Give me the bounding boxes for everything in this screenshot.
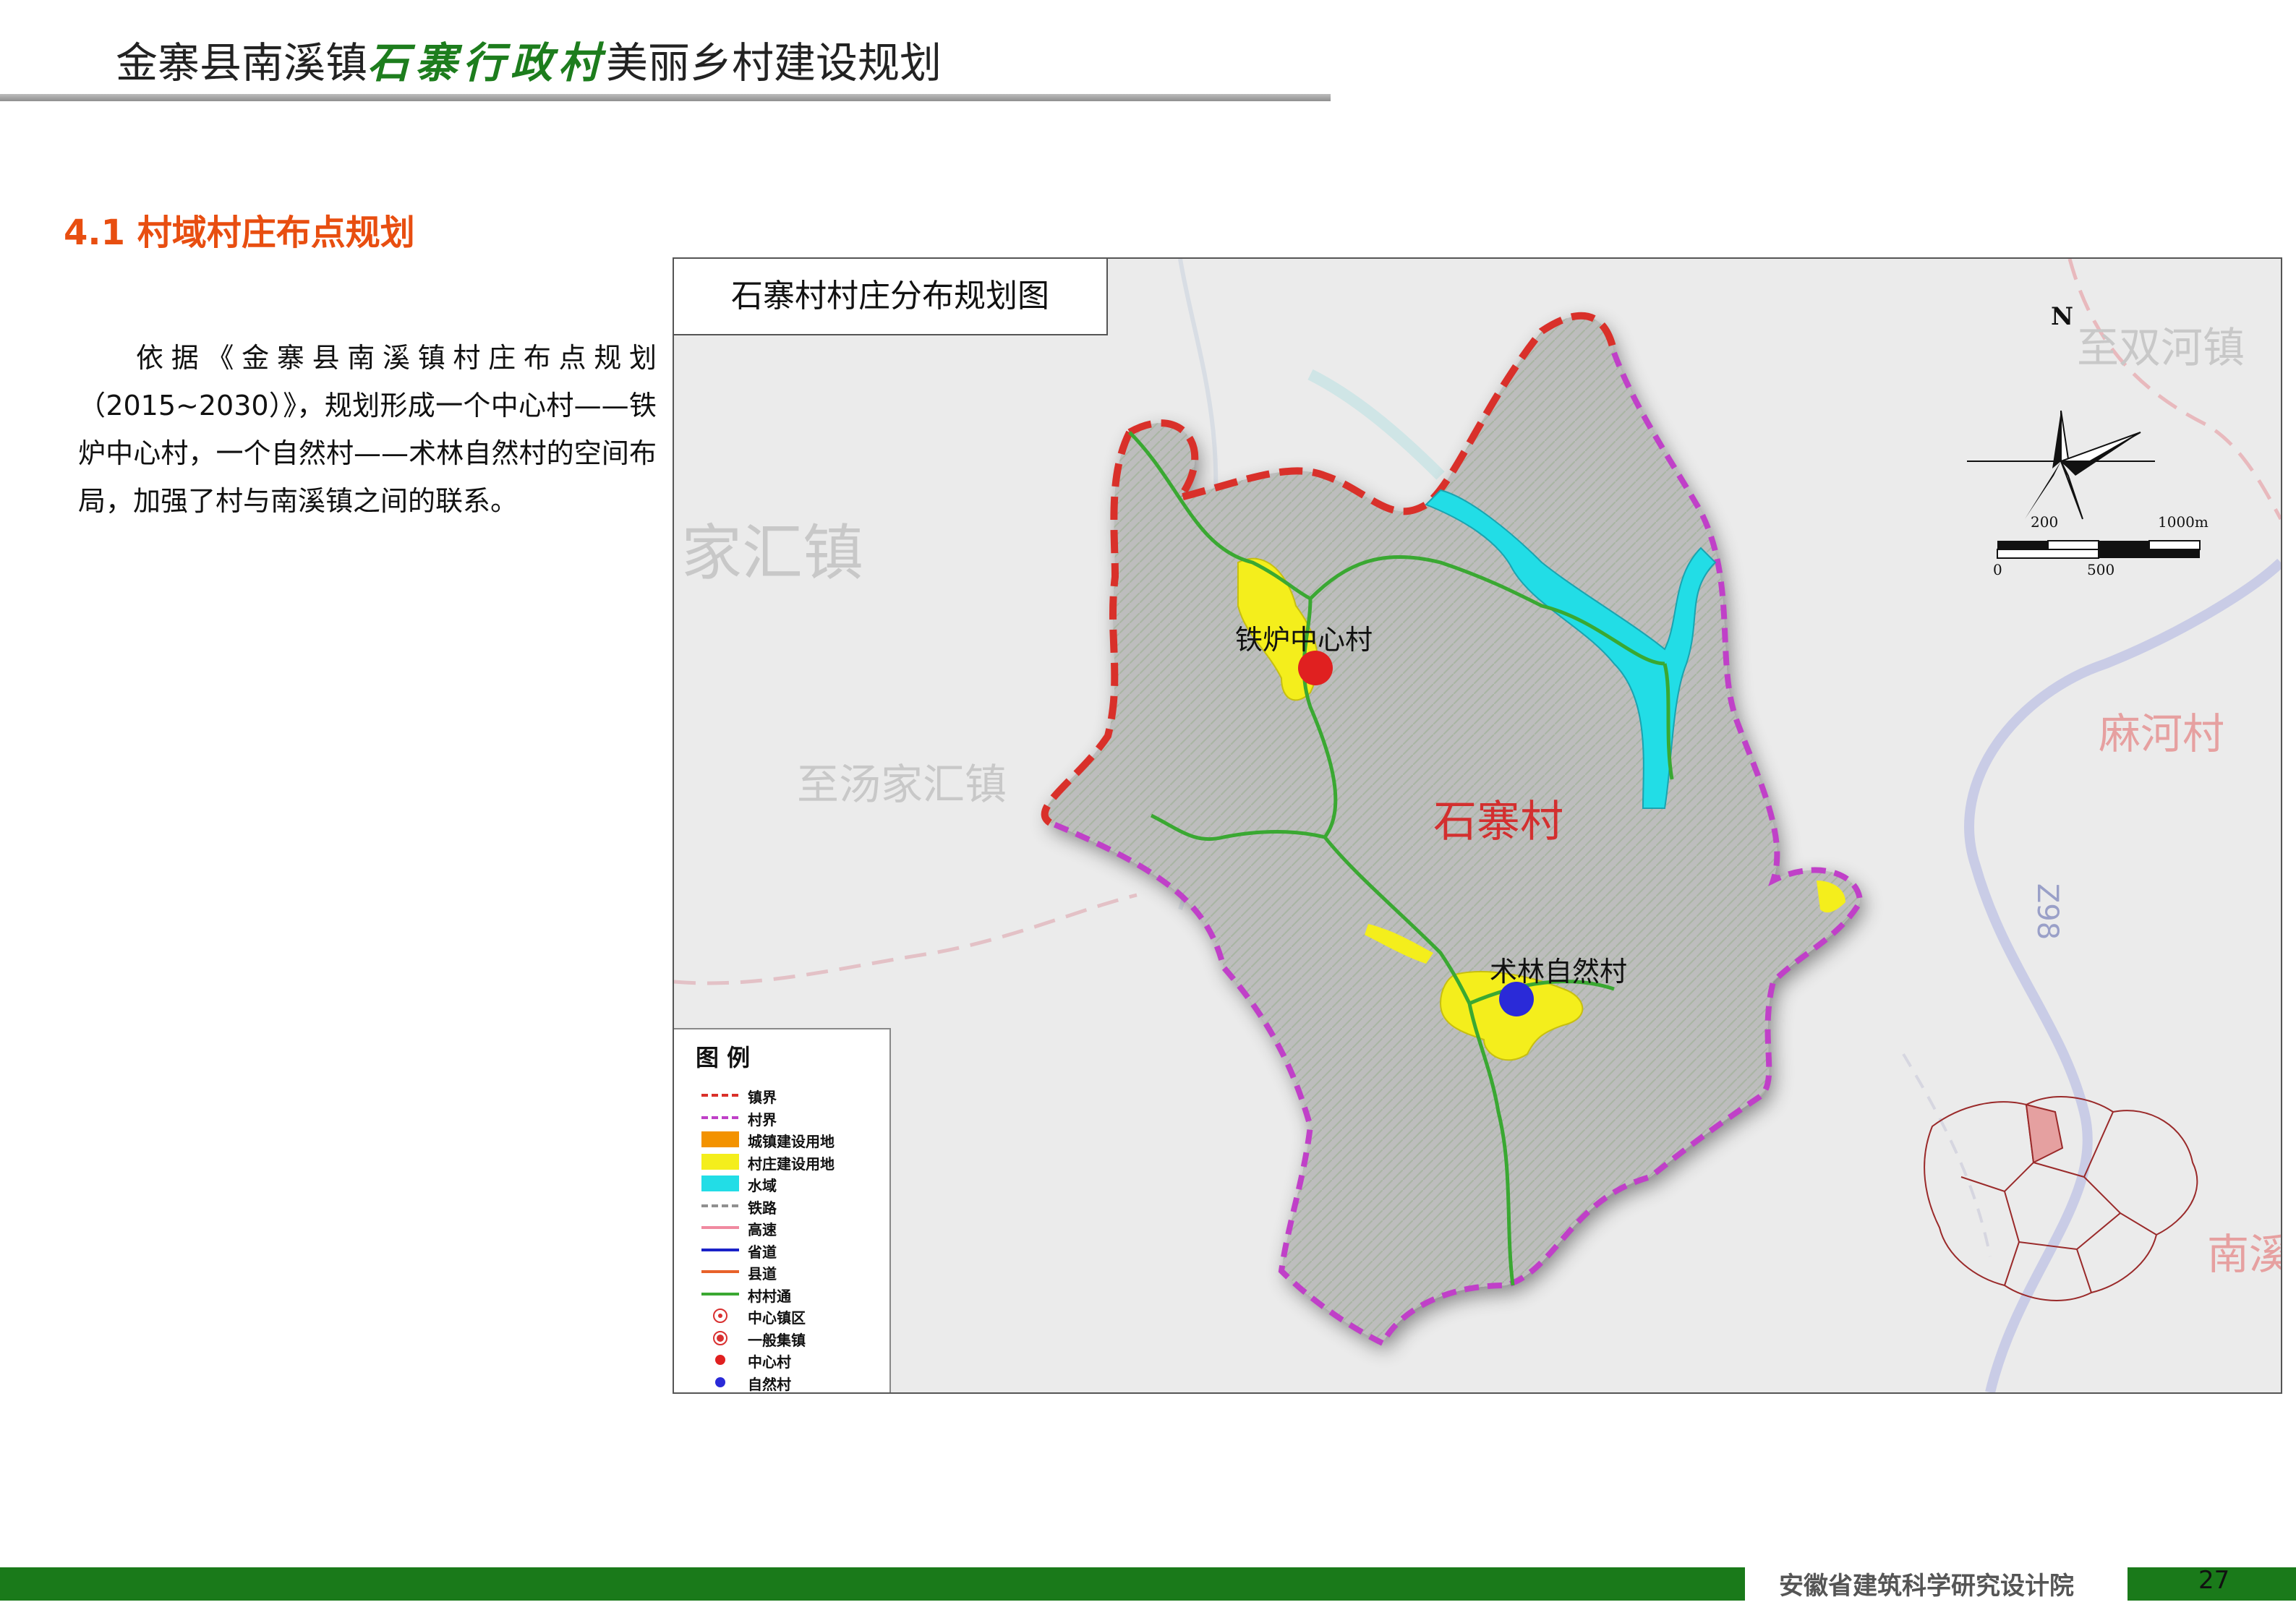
legend-symbol	[701, 1176, 739, 1191]
map-title-box: 石寨村村庄分布规划图	[674, 259, 1108, 335]
legend-label: 中心村	[748, 1353, 791, 1371]
context-label-tangjiahui: 家汇镇	[681, 518, 864, 588]
legend-title: 图 例	[696, 1044, 751, 1071]
scale-bar-graphic	[1997, 540, 2201, 559]
title-prefix: 金寨县南溪镇	[116, 38, 368, 87]
footer-bar	[0, 1567, 1745, 1601]
legend-symbol	[713, 1309, 727, 1323]
section-paragraph: 依据《金寨县南溪镇村庄布点规划（2015~2030）》，规划形成一个中心村——铁…	[78, 342, 657, 517]
map-legend: 图 例 镇界村界城镇建设用地 村庄建设用地 水域铁路高速省道县道村村通中心镇区一般集…	[674, 1028, 891, 1393]
section-title: 4.1 村域村庄布点规划	[64, 213, 415, 253]
legend-label: 村庄建设用地	[748, 1155, 835, 1173]
legend-label: 县道	[748, 1265, 777, 1282]
legend-label: 一般集镇	[748, 1331, 806, 1349]
context-water	[1307, 369, 1445, 480]
legend-label: 镇界	[748, 1089, 777, 1106]
context-label-to-tangjiahui: 至汤家汇镇	[797, 760, 1007, 809]
legend-label: 中心镇区	[748, 1309, 806, 1327]
legend-symbol	[701, 1131, 739, 1147]
legend-symbol	[701, 1115, 739, 1119]
context-town-boundary-2	[2067, 259, 2281, 521]
scale-label-500: 500	[2087, 561, 2115, 578]
village-name-label: 石寨村	[1433, 797, 1563, 847]
context-town-boundary	[674, 893, 1138, 985]
context-label-road-code: Z98	[2031, 883, 2065, 941]
legend-symbol	[701, 1270, 739, 1273]
legend-label: 村界	[748, 1110, 777, 1129]
scale-label-1000m: 1000m	[2158, 513, 2208, 531]
title-highlight: 石寨行政村	[367, 38, 607, 87]
context-label-nanxi: 南溪	[2207, 1230, 2281, 1279]
legend-label: 省道	[748, 1243, 777, 1261]
natural-village-label: 术林自然村	[1490, 956, 1628, 988]
context-village-boundary	[1902, 1053, 1992, 1257]
legend-label: 铁路	[748, 1199, 777, 1217]
compass-north-letter: N	[2051, 302, 2074, 331]
page-number: 27	[2198, 1566, 2230, 1595]
scale-label-0: 0	[1993, 561, 2002, 578]
context-label-mahe: 麻河村	[2099, 709, 2225, 758]
legend-symbol	[713, 1330, 727, 1345]
locator-map	[1924, 1096, 2198, 1301]
scale-label-200: 200	[2031, 513, 2059, 531]
legend-label: 高速	[748, 1221, 777, 1238]
compass-graphic	[1967, 410, 2155, 520]
legend-label: 水域	[748, 1177, 777, 1194]
legend-symbol	[715, 1376, 725, 1387]
center-village-label: 铁炉中心村	[1235, 624, 1373, 656]
page-header: 金寨县南溪镇石寨行政村美丽乡村建设规划	[0, 0, 1331, 94]
legend-label: 村村通	[748, 1287, 791, 1305]
legend-symbol	[715, 1355, 725, 1365]
legend-label: 城镇建设用地	[748, 1133, 835, 1150]
legend-symbol	[701, 1226, 739, 1229]
legend-label: 自然村	[748, 1375, 791, 1393]
context-label-to-shuanghe: 至双河镇	[2077, 323, 2245, 372]
planning-map: 家汇镇 至汤家汇镇 至双河镇 麻河村 南溪 Z98 铁炉中心村 术林自然村 石寨…	[673, 257, 2282, 1394]
legend-symbol	[701, 1292, 739, 1296]
map-title: 石寨村村庄分布规划图	[731, 278, 1049, 314]
title-suffix: 美丽乡村建设规划	[606, 38, 942, 87]
legend-symbol	[701, 1204, 739, 1207]
header-divider	[0, 94, 1331, 101]
legend-symbol	[701, 1094, 739, 1097]
legend-symbol	[701, 1248, 739, 1251]
legend-symbol	[701, 1153, 739, 1170]
page-title: 金寨县南溪镇石寨行政村美丽乡村建设规划	[116, 29, 942, 90]
footer-organization: 安徽省建筑科学研究设计院	[1779, 1572, 2074, 1601]
